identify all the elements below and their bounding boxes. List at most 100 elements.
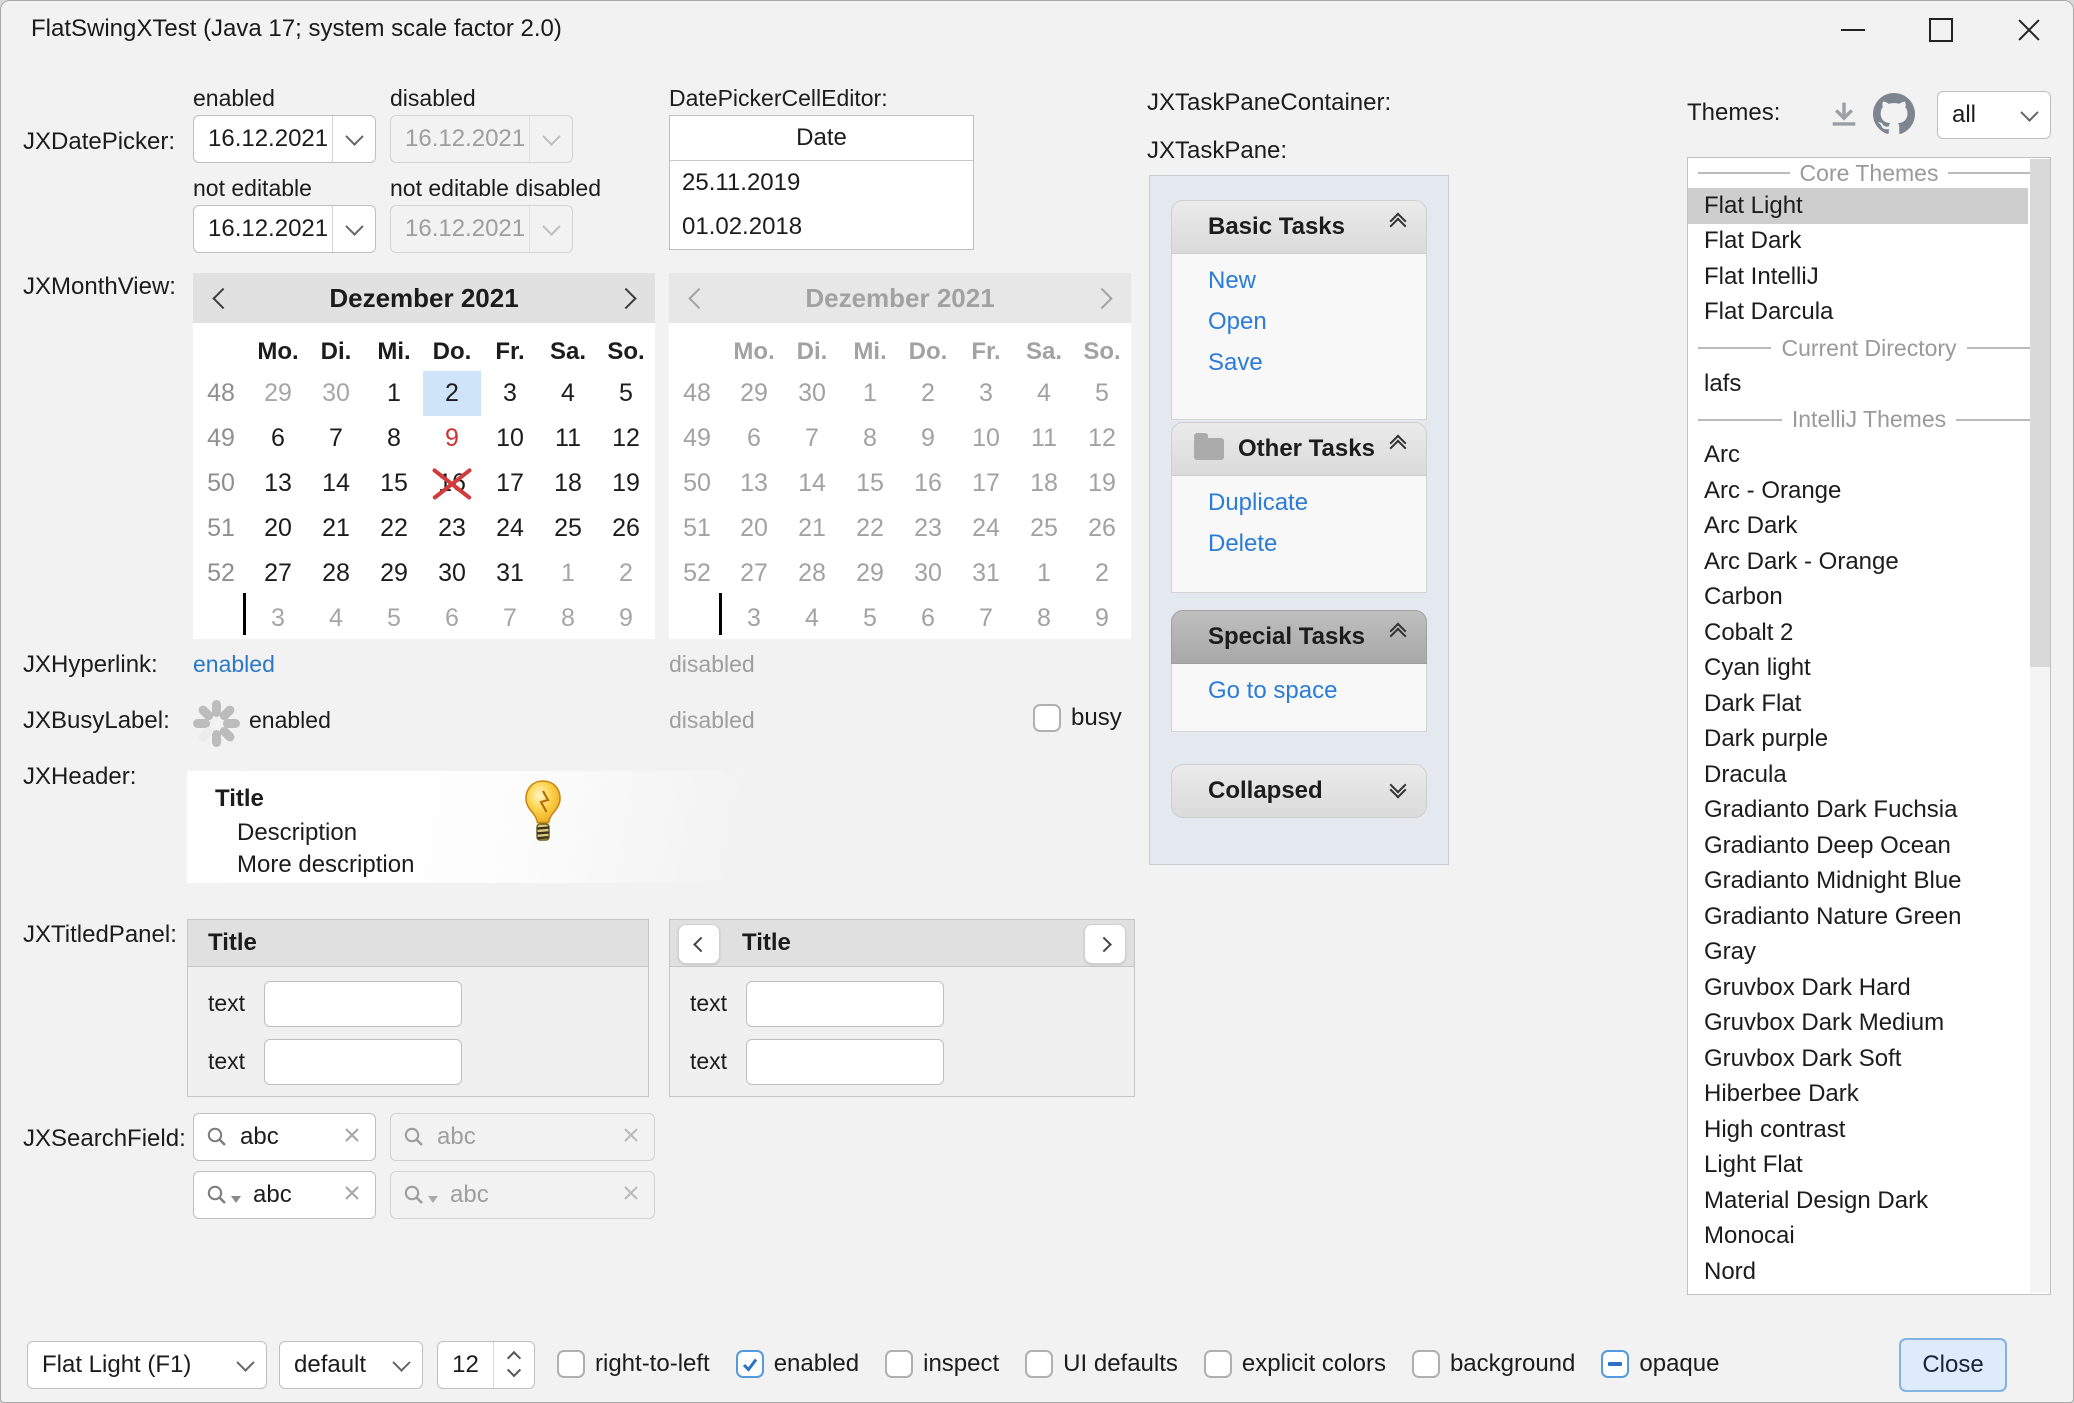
day-cell[interactable]: 8 [365, 416, 423, 461]
text-input[interactable] [264, 981, 462, 1027]
taskpane-action-link[interactable]: Go to space [1208, 664, 1426, 705]
day-cell[interactable]: 16 [423, 461, 481, 506]
day-cell[interactable]: 6 [423, 596, 481, 641]
download-icon[interactable] [1827, 97, 1861, 131]
chevron-double-up-icon[interactable] [1392, 625, 1404, 642]
theme-list-item[interactable]: Dracula [1688, 757, 2028, 793]
theme-list-item[interactable]: Dark purple [1688, 722, 2028, 758]
checkbox-item-right-to-left[interactable]: right-to-left [557, 1350, 710, 1378]
github-icon[interactable] [1873, 93, 1915, 135]
theme-list-item[interactable]: Arc - Orange [1688, 473, 2028, 509]
day-cell[interactable]: 15 [365, 461, 423, 506]
day-cell[interactable]: 9 [597, 596, 655, 641]
theme-list-item[interactable]: Material Design Dark [1688, 1183, 2028, 1219]
minimize-button[interactable] [1809, 1, 1897, 59]
theme-list-item[interactable]: Gruvbox Dark Soft [1688, 1041, 2028, 1077]
clear-icon[interactable] [343, 1184, 361, 1207]
day-cell[interactable]: 30 [307, 371, 365, 416]
day-cell[interactable]: 20 [249, 506, 307, 551]
checkbox-opaque[interactable] [1601, 1350, 1629, 1378]
day-cell[interactable]: 7 [481, 596, 539, 641]
scrollbar[interactable] [2030, 159, 2050, 1293]
day-cell[interactable]: 26 [597, 506, 655, 551]
day-cell[interactable]: 10 [481, 416, 539, 461]
clear-icon[interactable] [343, 1126, 361, 1149]
day-cell[interactable]: 28 [307, 551, 365, 596]
chevron-double-down-icon[interactable] [1392, 779, 1404, 796]
theme-list-item[interactable]: Light Flat [1688, 1148, 2028, 1184]
chevron-down-icon[interactable] [507, 1363, 521, 1377]
theme-list-item[interactable]: Hiberbee Dark [1688, 1077, 2028, 1113]
checkbox-item-UI-defaults[interactable]: UI defaults [1025, 1350, 1178, 1378]
theme-list-item[interactable]: Gruvbox Dark Hard [1688, 970, 2028, 1006]
chevron-down-icon[interactable] [2008, 92, 2050, 138]
theme-list-item[interactable]: Cyan light [1688, 651, 2028, 687]
themes-list[interactable]: Core ThemesFlat LightFlat DarkFlat Intel… [1687, 157, 2051, 1295]
panel-prev-button[interactable] [678, 924, 720, 964]
busy-checkbox-item[interactable]: busy [1033, 704, 1122, 732]
theme-list-item[interactable]: Arc Dark - Orange [1688, 544, 2028, 580]
panel-next-button[interactable] [1084, 924, 1126, 964]
date-table-header[interactable]: Date [670, 116, 973, 161]
taskpane-action-link[interactable]: Save [1208, 336, 1426, 377]
date-table[interactable]: Date 25.11.2019 01.02.2018 [669, 115, 974, 250]
search-field-enabled[interactable]: abc [193, 1113, 376, 1161]
taskpane-header[interactable]: Collapsed [1171, 764, 1427, 818]
theme-list-item[interactable]: Gradianto Dark Fuchsia [1688, 793, 2028, 829]
taskpane-header[interactable]: Other Tasks [1171, 422, 1427, 476]
chevron-double-up-icon[interactable] [1392, 437, 1404, 454]
busy-checkbox[interactable] [1033, 704, 1061, 732]
day-cell[interactable]: 1 [365, 371, 423, 416]
theme-list-item[interactable]: Carbon [1688, 580, 2028, 616]
theme-list-item[interactable]: Gruvbox Dark Medium [1688, 1006, 2028, 1042]
close-button[interactable]: Close [1899, 1338, 2007, 1392]
day-cell[interactable]: 29 [365, 551, 423, 596]
day-cell[interactable]: 13 [249, 461, 307, 506]
close-window-button[interactable] [1985, 1, 2073, 59]
monthview-grid[interactable]: Mo.Di.Mi.Do.Fr.Sa.So.4829301234549678910… [193, 333, 655, 641]
day-cell[interactable]: 6 [249, 416, 307, 461]
theme-list-item[interactable]: High contrast [1688, 1112, 2028, 1148]
chevron-down-icon[interactable] [332, 206, 375, 252]
chevron-down-icon[interactable] [380, 1342, 422, 1388]
day-cell[interactable]: 3 [249, 596, 307, 641]
theme-list-item[interactable]: Gradianto Deep Ocean [1688, 828, 2028, 864]
font-size-spinner[interactable]: 12 [437, 1341, 535, 1389]
day-cell[interactable]: 12 [597, 416, 655, 461]
theme-list-item[interactable]: Nord [1688, 1254, 2028, 1290]
day-cell[interactable]: 11 [539, 416, 597, 461]
spinner-buttons[interactable] [493, 1342, 534, 1388]
checkbox-item-inspect[interactable]: inspect [885, 1350, 999, 1378]
datepicker-enabled[interactable]: 16.12.2021 [193, 115, 376, 163]
checkbox-item-opaque[interactable]: opaque [1601, 1350, 1719, 1378]
taskpane-header[interactable]: Special Tasks [1171, 610, 1427, 664]
day-cell[interactable]: 24 [481, 506, 539, 551]
theme-list-item[interactable]: Arc [1688, 438, 2028, 474]
theme-list-item[interactable]: Gradianto Nature Green [1688, 899, 2028, 935]
taskpane-action-link[interactable]: Duplicate [1208, 476, 1426, 517]
table-row[interactable]: 01.02.2018 [670, 205, 973, 249]
chevron-down-icon[interactable] [224, 1342, 266, 1388]
hyperlink-enabled[interactable]: enabled [193, 651, 275, 678]
theme-list-item[interactable]: lafs [1688, 366, 2028, 402]
theme-list-item[interactable]: Dark Flat [1688, 686, 2028, 722]
theme-list-item[interactable]: Flat Darcula [1688, 295, 2028, 331]
checkbox-item-explicit-colors[interactable]: explicit colors [1204, 1350, 1386, 1378]
theme-list-item[interactable]: Gray [1688, 935, 2028, 971]
day-cell[interactable]: 5 [597, 371, 655, 416]
search-field-menu-enabled[interactable]: abc [193, 1171, 376, 1219]
monthview-enabled[interactable]: Dezember 2021 Mo.Di.Mi.Do.Fr.Sa.So.48293… [193, 273, 655, 639]
prev-month-button[interactable] [193, 291, 249, 306]
search-input-value[interactable]: abc [240, 1123, 343, 1151]
day-cell[interactable]: 1 [539, 551, 597, 596]
style-combo[interactable]: default [279, 1341, 423, 1389]
taskpane-action-link[interactable]: Open [1208, 295, 1426, 336]
text-input[interactable] [746, 1039, 944, 1085]
table-row[interactable]: 25.11.2019 [670, 161, 973, 205]
day-cell[interactable]: 5 [365, 596, 423, 641]
search-input-value[interactable]: abc [253, 1181, 343, 1209]
text-input[interactable] [746, 981, 944, 1027]
theme-list-item[interactable]: Monocai [1688, 1219, 2028, 1255]
day-cell[interactable]: 4 [307, 596, 365, 641]
themes-filter-combo[interactable]: all [1937, 91, 2051, 139]
